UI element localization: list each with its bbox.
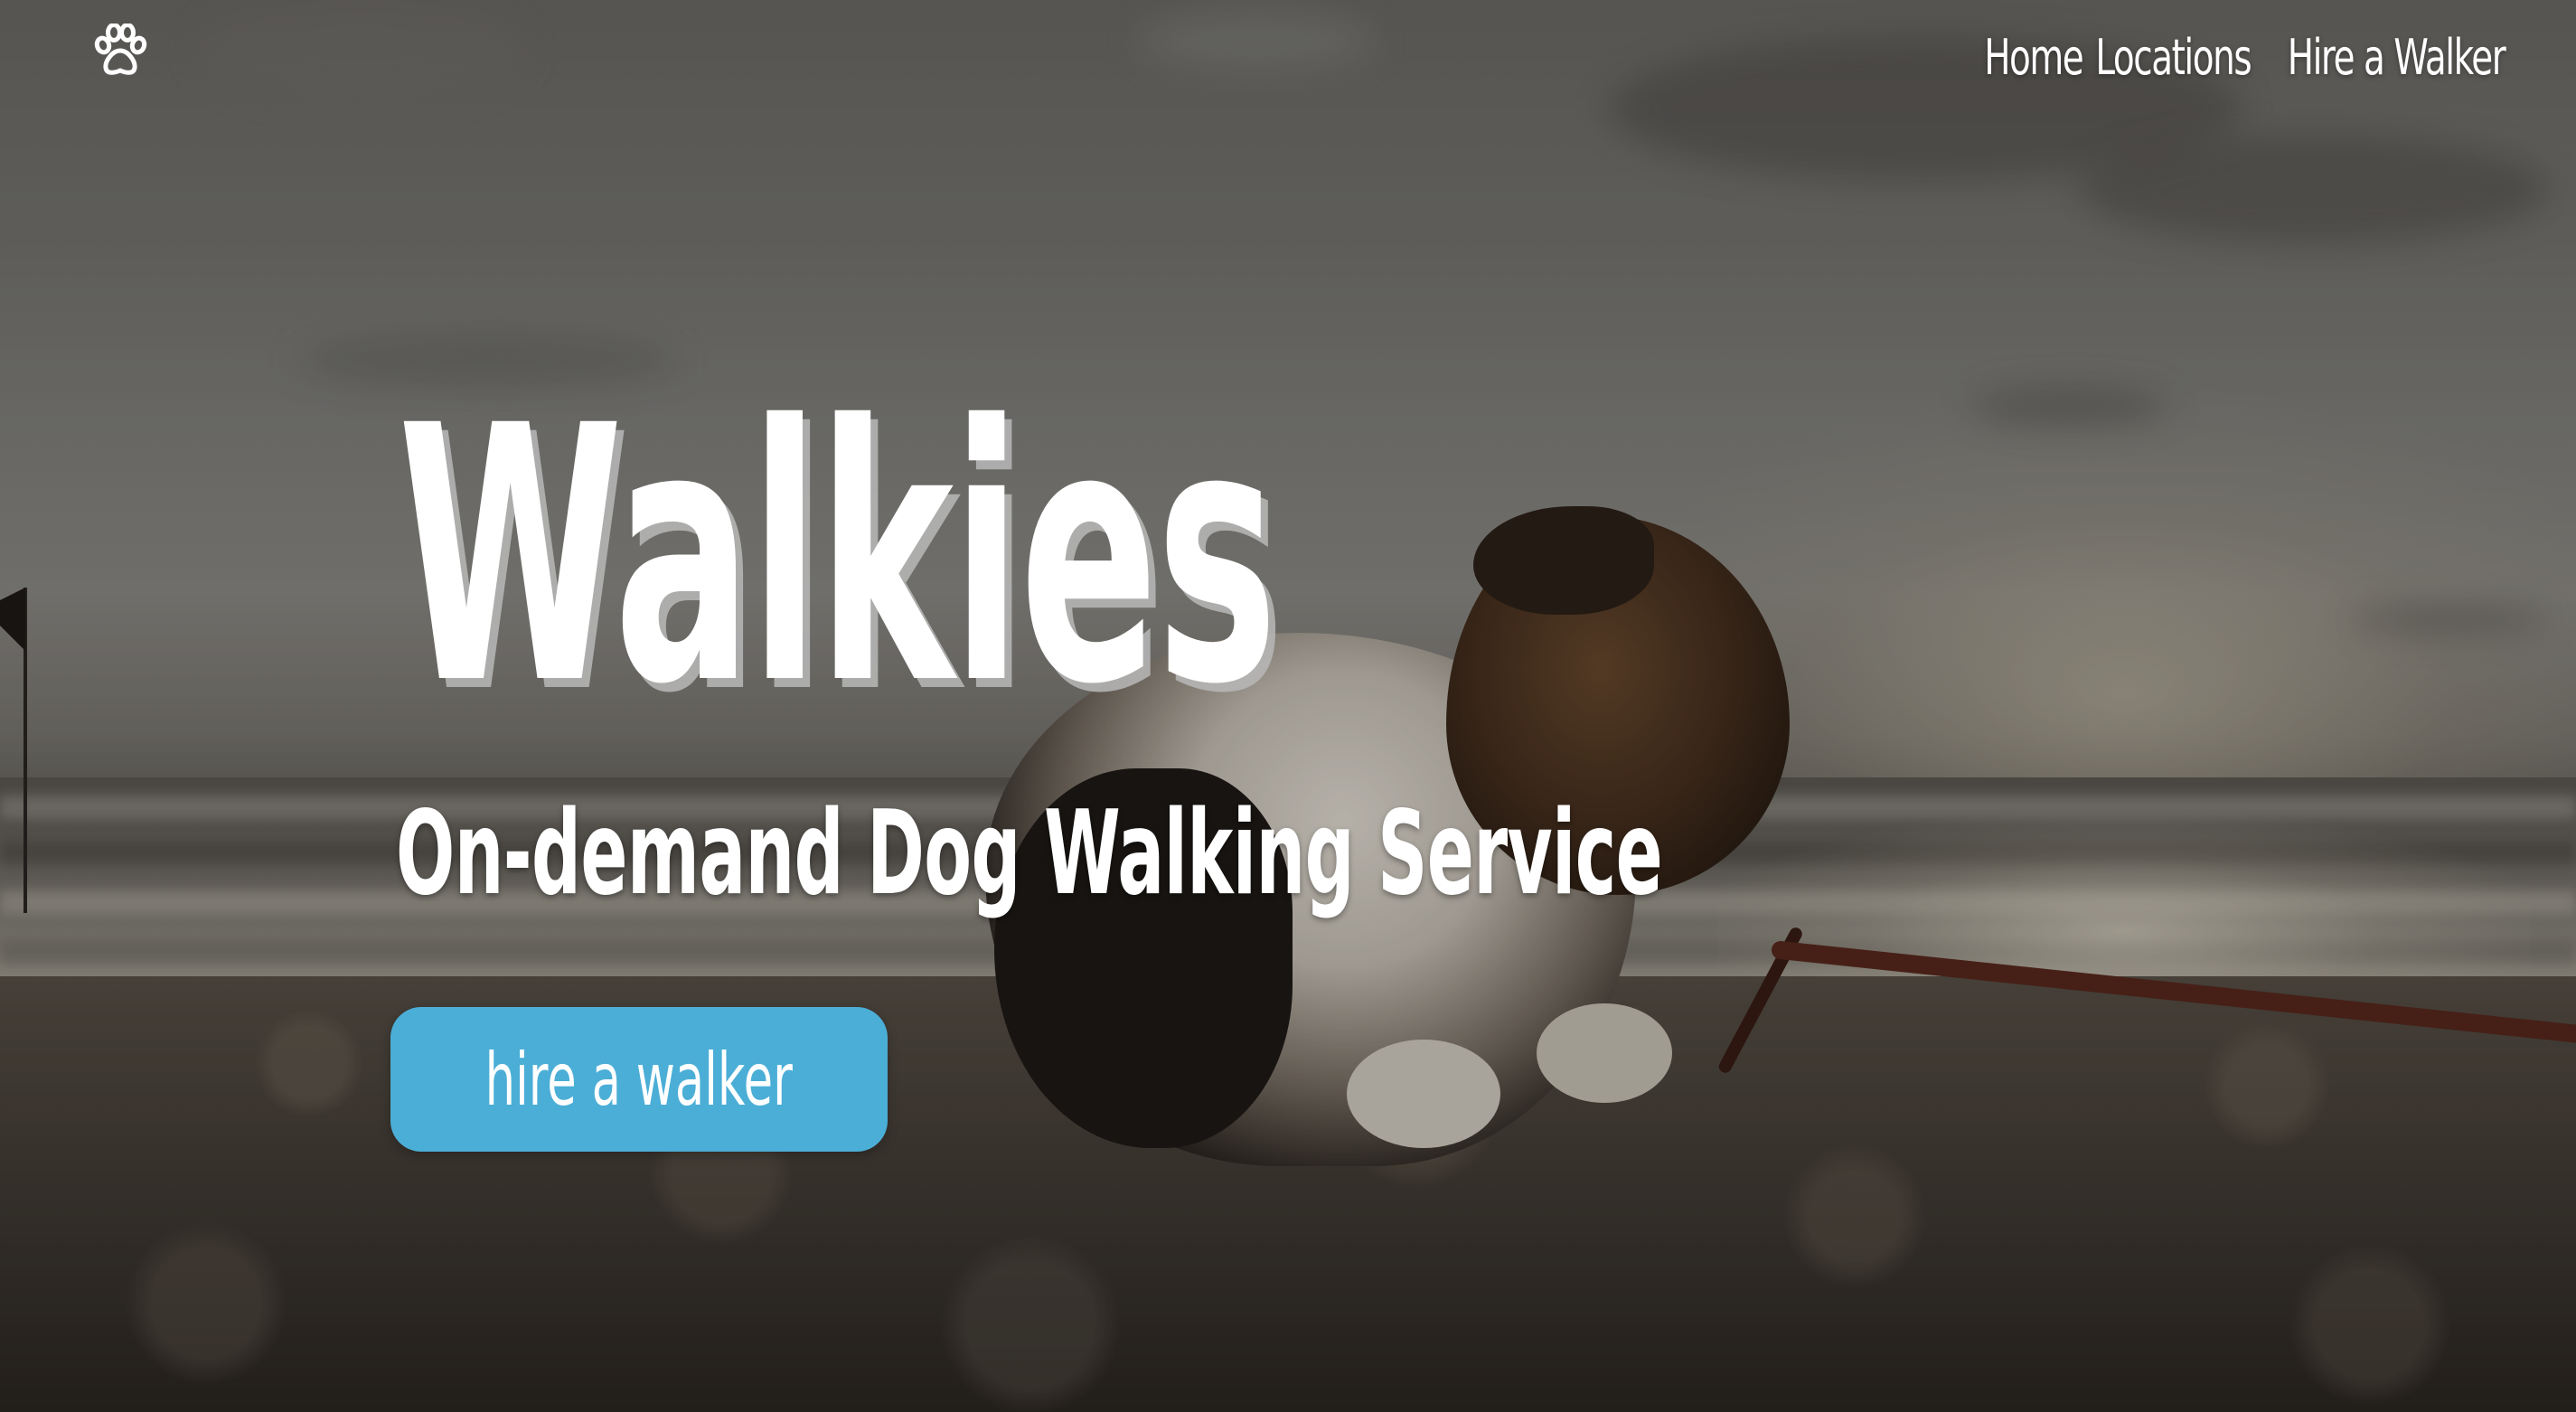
- hero-background-photo: [0, 0, 2576, 1412]
- nav-link-hire-a-walker[interactable]: Hire a Walker: [2288, 25, 2506, 90]
- hero-subtitle: On-demand Dog Walking Service: [396, 786, 1663, 921]
- hire-a-walker-button[interactable]: hire a walker: [390, 1007, 888, 1152]
- hire-a-walker-button-label: hire a walker: [484, 1037, 794, 1122]
- main-nav: Home Locations Hire a Walker: [1984, 25, 2511, 90]
- hero-title: Walkies: [398, 351, 1278, 761]
- paw-icon-svg: [94, 23, 147, 75]
- nav-link-locations[interactable]: Locations: [2096, 25, 2252, 90]
- dark-overlay: [0, 0, 2576, 1412]
- paw-icon[interactable]: [90, 23, 150, 78]
- nav-link-home[interactable]: Home: [1984, 25, 2084, 90]
